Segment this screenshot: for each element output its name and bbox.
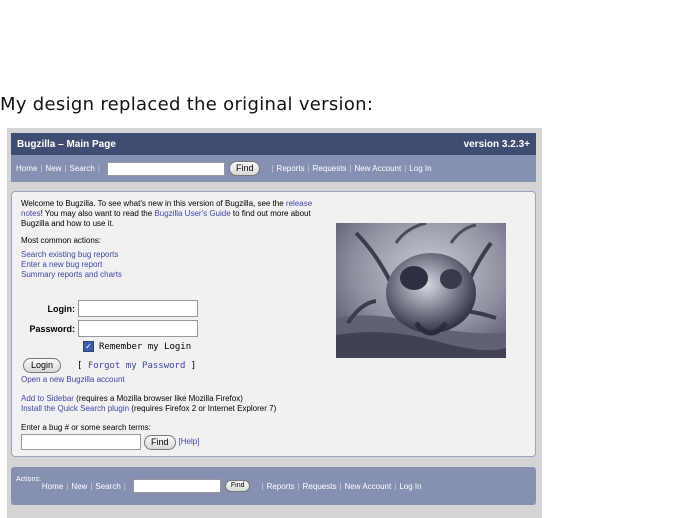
forgot-password-link[interactable]: Forgot my Password	[88, 361, 186, 371]
nav-separator: |	[97, 164, 100, 173]
main-content: Welcome to Bugzilla. To see what's new i…	[11, 191, 536, 457]
nav-separator: |	[394, 481, 397, 491]
page-caption: My design replaced the original version:	[0, 94, 374, 115]
find-button[interactable]: Find	[228, 161, 261, 176]
nav-requests-link[interactable]: Requests	[313, 164, 347, 173]
title-bar: Bugzilla – Main Page version 3.2.3+	[11, 133, 536, 155]
password-label: Password:	[29, 323, 75, 334]
nav-search-link[interactable]: Search	[70, 164, 95, 173]
nav-separator: |	[261, 481, 264, 491]
bug-find-button[interactable]: Find	[144, 434, 176, 450]
enter-bug-link[interactable]: Enter a new bug report	[21, 260, 122, 270]
quick-search-plugin-link[interactable]: Install the Quick Search plugin	[21, 404, 129, 413]
add-sidebar-link[interactable]: Add to Sidebar	[21, 394, 74, 403]
nav-separator: |	[66, 481, 69, 491]
remember-login: ✓ Remember my Login	[83, 341, 191, 352]
footer-home-link[interactable]: Home	[42, 482, 63, 491]
add-sidebar-note: (requires a Mozilla browser like Mozilla…	[73, 394, 243, 403]
footer-new-link[interactable]: New	[71, 482, 87, 491]
login-label: Login:	[47, 303, 76, 314]
welcome-text: Welcome to Bugzilla. To see what's new i…	[21, 199, 333, 229]
nav-separator: |	[90, 481, 93, 491]
search-bugs-link[interactable]: Search existing bug reports	[21, 250, 122, 260]
nav-separator: |	[349, 164, 352, 173]
quick-search-line: Install the Quick Search plugin (require…	[21, 404, 276, 414]
footer-new-account-link[interactable]: New Account	[345, 482, 392, 491]
common-actions-heading: Most common actions:	[21, 236, 102, 245]
footer-log-in-link[interactable]: Log In	[399, 482, 421, 491]
common-actions-list: Search existing bug reports Enter a new …	[21, 250, 122, 280]
welcome-text-part: ! You may also want to read the	[40, 209, 155, 218]
add-sidebar-line: Add to Sidebar (requires a Mozilla brows…	[21, 394, 243, 404]
nav-separator: |	[339, 481, 342, 491]
nav-log-in-link[interactable]: Log In	[409, 164, 431, 173]
bracket: ]	[185, 361, 197, 371]
remember-label: Remember my Login	[99, 341, 192, 352]
users-guide-link[interactable]: Bugzilla User's Guide	[154, 209, 230, 218]
ant-image	[336, 223, 506, 358]
top-nav-bar: Home | New | Search | Find | Reports | Reque…	[11, 155, 536, 182]
login-button[interactable]: Login	[23, 358, 62, 373]
ant-illustration	[336, 223, 506, 358]
summary-reports-link[interactable]: Summary reports and charts	[21, 270, 122, 280]
password-input[interactable]	[78, 320, 198, 337]
actions-label: Actions:	[16, 476, 41, 483]
welcome-text-part: Welcome to Bugzilla. To see what's new i…	[21, 199, 286, 208]
remember-checkbox[interactable]: ✓	[83, 341, 94, 352]
footer-search-input[interactable]	[132, 479, 221, 493]
nav-separator: |	[404, 164, 407, 173]
footer-requests-link[interactable]: Requests	[303, 482, 337, 491]
quick-search-note: (requires Firefox 2 or Internet Explorer…	[129, 404, 277, 413]
nav-home-link[interactable]: Home	[16, 164, 37, 173]
nav-separator: |	[123, 481, 126, 491]
bug-search-input[interactable]	[21, 434, 141, 450]
nav-new-link[interactable]: New	[45, 164, 61, 173]
login-row: Login:	[21, 300, 198, 317]
page-title: Bugzilla – Main Page	[17, 138, 116, 150]
footer-search-link[interactable]: Search	[95, 482, 120, 491]
nav-separator: |	[40, 164, 43, 173]
open-account-line: Open a new Bugzilla account	[21, 375, 125, 385]
bug-search-label: Enter a bug # or some search terms:	[21, 423, 151, 432]
version-label: version 3.2.3+	[463, 138, 530, 150]
login-input[interactable]	[78, 300, 198, 317]
nav-separator: |	[64, 164, 67, 173]
forgot-password: [ Forgot my Password ]	[77, 361, 196, 371]
footer-reports-link[interactable]: Reports	[267, 482, 295, 491]
footer-actions-bar: Actions: Home | New | Search | Find | Repor…	[11, 467, 536, 505]
nav-separator: |	[297, 481, 300, 491]
footer-find-button[interactable]: Find	[224, 480, 251, 492]
nav-separator: |	[307, 164, 310, 173]
password-row: Password:	[21, 320, 198, 337]
quick-search-input[interactable]	[106, 161, 225, 176]
help-link[interactable]: [Help]	[179, 437, 200, 447]
nav-separator: |	[271, 164, 274, 173]
nav-reports-link[interactable]: Reports	[277, 164, 305, 173]
nav-new-account-link[interactable]: New Account	[355, 164, 402, 173]
bug-search-row: Find [Help]	[21, 434, 199, 450]
open-account-link[interactable]: Open a new Bugzilla account	[21, 375, 125, 384]
bugzilla-screenshot: Bugzilla – Main Page version 3.2.3+ Home…	[7, 128, 542, 518]
bracket: [	[77, 361, 88, 371]
